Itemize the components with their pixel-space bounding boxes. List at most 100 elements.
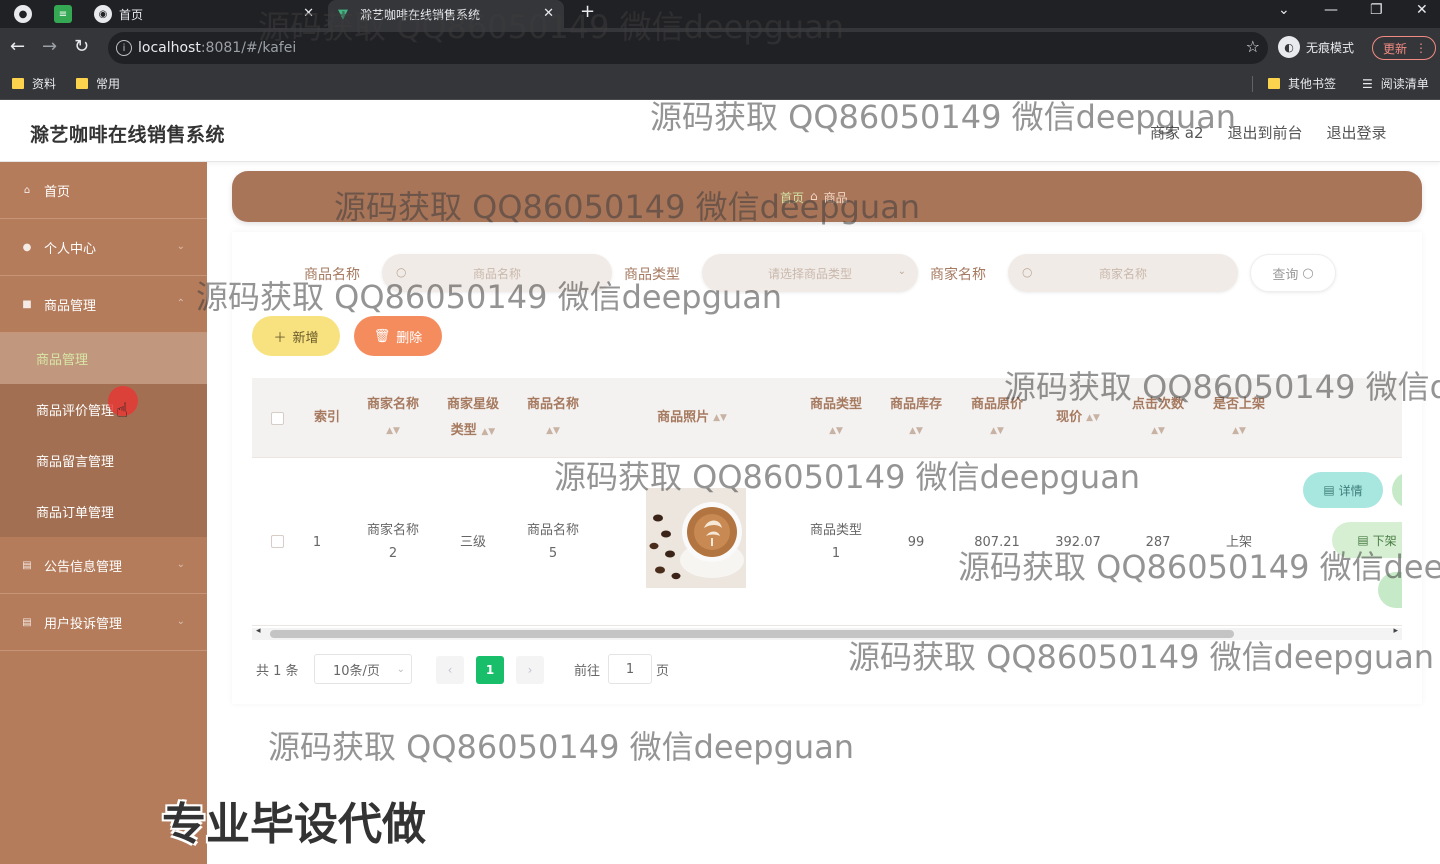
col-merchant-name[interactable]: 商家名称 ▲▼ [358,378,428,458]
more-action-button[interactable] [1378,572,1402,608]
edit-button[interactable] [1392,472,1402,508]
sort-icon[interactable]: ▲▼ [829,418,843,444]
sidebar-item-label: 用户投诉管理 [44,616,123,632]
sort-icon[interactable]: ▲▼ [481,427,495,437]
col-original-price[interactable]: 商品原价 ▲▼ [961,378,1033,458]
sidebar-subitem-reviews[interactable]: 商品评价管理 [0,384,207,435]
update-button[interactable]: 更新 ⋮ [1372,36,1436,60]
info-icon[interactable]: i [116,40,132,56]
col-on-shelf[interactable]: 是否上架 ▲▼ [1203,378,1275,458]
to-front-link[interactable]: 退出到前台 [1228,122,1303,143]
col-photo[interactable]: 商品照片 ▲▼ [632,378,752,458]
incognito-label: 无痕模式 [1306,40,1355,55]
sidebar-subitem-orders[interactable]: 商品订单管理 [0,486,207,537]
delete-label: 删除 [396,330,423,346]
sort-icon[interactable]: ▲▼ [1151,418,1165,444]
goto-page-input[interactable]: 1 [608,654,652,684]
breadcrumb-current: 商品 [823,191,848,205]
sidebar-item-profile[interactable]: ● 个人中心 ⌄ [0,219,207,276]
bookmark-folder[interactable]: 常用 [76,75,120,92]
tab-coffee-system[interactable]: ▼ 滁艺咖啡在线销售系统 ✕ [328,0,564,28]
col-stock[interactable]: 商品库存 ▲▼ [880,378,952,458]
restore-icon[interactable]: ❐ [1370,2,1383,18]
pagination: 共 1 条 10条/页 ⌄ ‹ 1 › 前往 1 页 [256,654,856,684]
cell-text: 商品类型 [809,523,862,538]
goods-name-input[interactable]: ○ 商品名称 [382,254,612,292]
watermark-text: 源码获取 QQ86050149 微信deepguan [268,728,855,766]
browser-tab-bar: ● ≡ ◉ 首页 ✕ ▼ 滁艺咖啡在线销售系统 ✕ + ⌄ — ❐ ✕ [0,0,1440,28]
page-size-select[interactable]: 10条/页 ⌄ [314,654,412,684]
delete-button[interactable]: 🗑 删除 [354,316,442,356]
total-count: 共 1 条 [256,663,299,679]
close-icon[interactable]: ✕ [543,6,554,21]
folder-icon [1268,78,1280,89]
horizontal-scrollbar[interactable]: ◂ ▸ [252,626,1402,640]
sort-icon[interactable]: ▲▼ [909,418,923,444]
logout-link[interactable]: 退出登录 [1327,122,1387,143]
breadcrumb-home[interactable]: 首页 [780,189,804,206]
sort-icon[interactable]: ▲▼ [1086,405,1100,431]
sort-icon[interactable]: ▲▼ [1232,418,1246,444]
page-number[interactable]: 1 [476,656,504,684]
bookmark-folder[interactable]: 资料 [12,75,56,92]
sidebar-item-goods[interactable]: ■ 商品管理 ⌃ [0,276,207,333]
col-merchant-level[interactable]: 商家星级 类型 ▲▼ [438,378,508,458]
reading-list[interactable]: ☰ 阅读清单 [1362,75,1429,92]
select-all-checkbox[interactable] [271,412,284,425]
reload-icon[interactable]: ↻ [74,36,89,58]
col-label: 商家星级 [446,396,499,412]
home-icon: ⌂ [23,184,31,196]
row-checkbox[interactable] [271,535,284,548]
sidebar: ⌂ 首页 ● 个人中心 ⌄ ■ 商品管理 ⌃ 商品管理 商品评价管理 商品留言管理 商品订… [0,162,207,864]
bookmark-folder[interactable]: 其他书签 [1268,75,1336,92]
complaint-icon: ▤ [22,616,32,628]
notice-icon: ▤ [22,559,32,571]
scroll-right-icon[interactable]: ▸ [1393,626,1398,636]
sort-icon[interactable]: ▲▼ [386,418,400,444]
merchant-name-input[interactable]: ○ 商家名称 [1008,254,1238,292]
off-shelf-button[interactable]: ▤ 下架 [1332,522,1402,558]
search-merchant-label: 商家名称 [930,267,986,283]
sidebar-item-complaints[interactable]: ▤ 用户投诉管理 ⌄ [0,594,207,651]
sidebar-item-notices[interactable]: ▤ 公告信息管理 ⌄ [0,537,207,594]
breadcrumb-trail: 首页 ⌂ 商品 [780,189,848,206]
detail-button[interactable]: ▤ 详情 [1303,472,1383,508]
add-button[interactable]: ＋ 新增 [252,316,340,356]
sort-icon[interactable]: ▲▼ [546,418,560,444]
star-icon[interactable]: ☆ [1246,37,1260,56]
chevron-icon: ⌄ [176,559,185,570]
prev-page-button[interactable]: ‹ [436,656,464,684]
chevron-down-icon[interactable]: ⌄ [1278,2,1290,18]
col-clicks[interactable]: 点击次数 ▲▼ [1122,378,1194,458]
col-price[interactable]: 现价 ▲▼ [1042,378,1114,458]
scrollbar-thumb[interactable] [270,630,1234,638]
query-button[interactable]: 查询 ○ [1250,254,1336,292]
goods-photo[interactable] [646,488,746,588]
forward-arrow-icon[interactable]: → [42,36,57,58]
col-goods-type[interactable]: 商品类型 ▲▼ [800,378,872,458]
goods-type-select[interactable]: 请选择商品类型 ⌄ [702,254,918,292]
next-page-button[interactable]: › [516,656,544,684]
tab-home-label: 首页 [119,7,144,22]
goods-type-placeholder: 请选择商品类型 [767,266,852,281]
col-goods-name[interactable]: 商品名称 ▲▼ [518,378,588,458]
sidebar-item-label: 公告信息管理 [44,559,123,575]
sort-icon[interactable]: ▲▼ [713,405,727,431]
sheet-app-icon[interactable]: ≡ [54,5,72,23]
tab-home[interactable]: ◉ 首页 ✕ [84,0,324,28]
sort-icon[interactable]: ▲▼ [990,418,1004,444]
col-label: 商品照片 [657,410,710,425]
close-icon[interactable]: ✕ [303,6,314,21]
cell-text: 1 [831,546,841,561]
sidebar-subitem-messages[interactable]: 商品留言管理 [0,435,207,486]
scroll-left-icon[interactable]: ◂ [256,626,261,636]
sidebar-item-home[interactable]: ⌂ 首页 [0,162,207,219]
cell-clicks: 287 [1122,458,1194,626]
close-window-icon[interactable]: ✕ [1416,2,1428,18]
back-arrow-icon[interactable]: ← [10,36,25,58]
url-field[interactable]: i localhost:8081/#/kafei ☆ [108,32,1268,64]
sidebar-subitem-goods[interactable]: 商品管理 [0,333,207,384]
new-tab-icon[interactable]: + [580,1,595,22]
incognito-indicator[interactable]: ◐ 无痕模式 [1278,36,1354,58]
minimize-icon[interactable]: — [1324,2,1338,18]
